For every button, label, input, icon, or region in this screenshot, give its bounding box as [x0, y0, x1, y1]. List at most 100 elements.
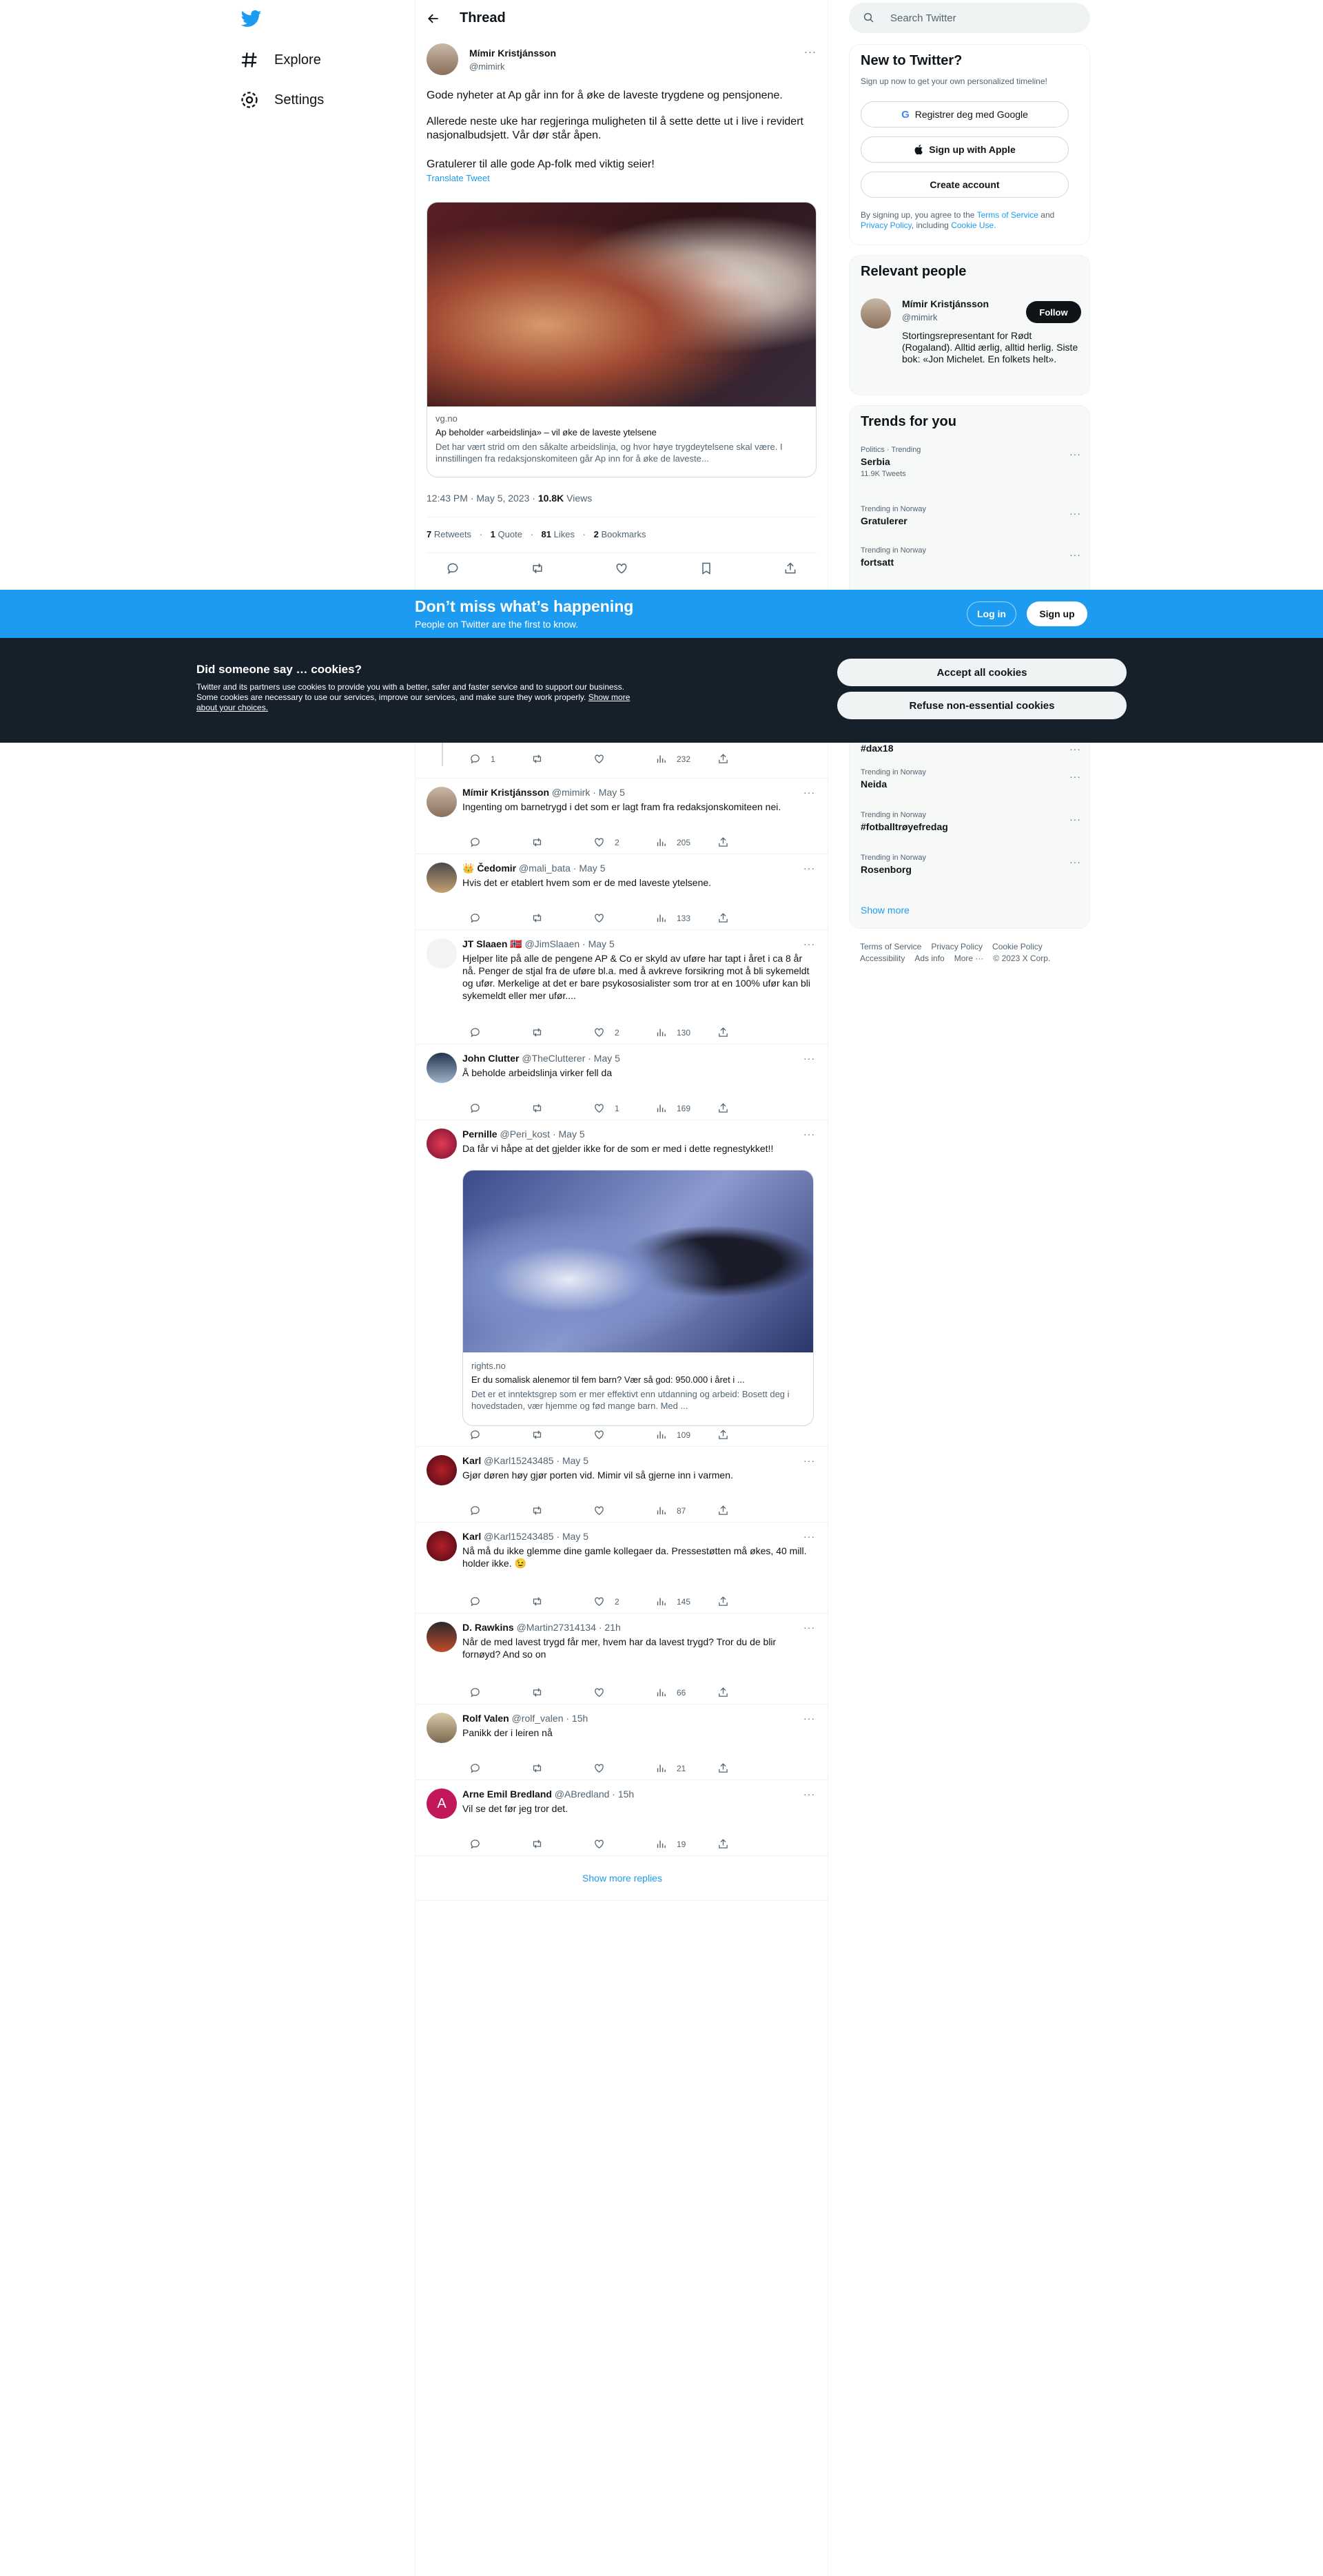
signup-button[interactable]: Sign up [1027, 601, 1087, 626]
share-icon[interactable] [783, 561, 797, 575]
like-button[interactable] [593, 1429, 655, 1441]
reply-author[interactable]: Mímir Kristjánsson @mimirk · May 5 [462, 787, 625, 798]
views-button[interactable]: 21 [655, 1762, 717, 1774]
views-button[interactable]: 169 [655, 1102, 717, 1114]
views-button[interactable]: 87 [655, 1505, 717, 1516]
views-button[interactable]: 19 [655, 1838, 717, 1850]
trend-item[interactable]: Trending in Norway #fotballtrøyefredag ··· [861, 811, 1081, 832]
cookie-use-link[interactable]: Cookie Use. [951, 220, 996, 230]
share-button[interactable] [717, 1762, 779, 1774]
author-handle[interactable]: @mimirk [469, 61, 504, 72]
retweet-button[interactable] [531, 836, 593, 848]
reply-button[interactable] [469, 1027, 531, 1038]
reply-icon[interactable] [446, 561, 460, 575]
retweet-button[interactable] [531, 1596, 593, 1607]
footer-link[interactable]: Accessibility [860, 953, 905, 965]
footer-link[interactable]: Cookie Policy [992, 941, 1043, 953]
reply-tweet[interactable]: John Clutter @TheClutterer · May 5 ··· Å… [416, 1044, 829, 1120]
timestamp-text[interactable]: 12:43 PM · May 5, 2023 [427, 493, 529, 504]
author-name[interactable]: Mímir Kristjánsson [469, 48, 556, 59]
like-button[interactable] [593, 1762, 655, 1774]
like-button[interactable]: 2 [593, 836, 655, 848]
views-button[interactable]: 109 [655, 1429, 717, 1441]
relevant-name[interactable]: Mímir Kristjánsson [902, 298, 989, 309]
translate-link[interactable]: Translate Tweet [427, 173, 490, 183]
retweet-button[interactable] [531, 1505, 593, 1516]
more-options-icon[interactable]: ··· [1069, 814, 1081, 825]
trend-item[interactable]: Trending in Norway Rosenborg ··· [861, 854, 1081, 875]
retweet-button[interactable] [531, 753, 593, 765]
back-arrow-icon[interactable] [427, 12, 440, 25]
reply-button[interactable] [469, 836, 531, 848]
reply-button[interactable] [469, 1687, 531, 1698]
reply-tweet[interactable]: Rolf Valen @rolf_valen · 15h ··· Panikk … [416, 1704, 829, 1780]
reply-author[interactable]: John Clutter @TheClutterer · May 5 [462, 1053, 620, 1064]
share-button[interactable] [717, 836, 779, 848]
trend-item[interactable]: Trending in Norway Gratulerer ··· [861, 505, 1081, 526]
reply-button[interactable]: 1 [469, 753, 531, 765]
more-options-icon[interactable]: ··· [803, 1622, 815, 1633]
tos-link[interactable]: Terms of Service [977, 210, 1038, 220]
nav-explore[interactable]: Explore [240, 45, 321, 75]
share-button[interactable] [717, 1027, 779, 1038]
share-button[interactable] [717, 1838, 779, 1850]
relevant-handle[interactable]: @mimirk [902, 312, 937, 322]
trend-item[interactable]: Politics · Trending Serbia 11.9K Tweets ··· [861, 446, 1081, 478]
share-button[interactable] [717, 753, 779, 765]
avatar[interactable] [427, 938, 457, 969]
avatar[interactable] [427, 1455, 457, 1485]
views-button[interactable]: 205 [655, 836, 717, 848]
more-options-icon[interactable]: ··· [803, 1129, 815, 1140]
reply-author[interactable]: JT Slaaen 🇳🇴 @JimSlaaen · May 5 [462, 938, 615, 950]
like-heart-icon[interactable] [615, 561, 628, 575]
more-options-icon[interactable]: ··· [1069, 856, 1081, 867]
privacy-link[interactable]: Privacy Policy [861, 220, 912, 230]
reply-tweet[interactable]: Pernille @Peri_kost · May 5 ··· Da får v… [416, 1120, 829, 1447]
retweet-button[interactable] [531, 912, 593, 924]
share-button[interactable] [717, 1687, 779, 1698]
more-options-icon[interactable]: ··· [803, 787, 815, 798]
reply-author[interactable]: D. Rawkins @Martin27314134 · 21h [462, 1622, 621, 1633]
refuse-cookies-button[interactable]: Refuse non-essential cookies [837, 692, 1127, 719]
like-button[interactable] [593, 753, 655, 765]
avatar[interactable] [861, 298, 891, 329]
like-button[interactable]: 1 [593, 1102, 655, 1114]
reply-tweet[interactable]: 👑 Čedomir @mali_bata · May 5 ··· Hvis de… [416, 854, 829, 930]
more-options-icon[interactable]: ··· [803, 1053, 815, 1064]
link-card[interactable]: vg.no Ap beholder «arbeidslinja» – vil ø… [427, 202, 817, 477]
like-button[interactable]: 2 [593, 1596, 655, 1607]
avatar[interactable] [427, 1531, 457, 1561]
stat-bookmarks[interactable]: 2 Bookmarks [594, 529, 646, 539]
retweet-icon[interactable] [531, 561, 544, 575]
reply-button[interactable] [469, 1102, 531, 1114]
stat-likes[interactable]: 81 Likes [542, 529, 575, 539]
more-options-icon[interactable]: ··· [803, 1531, 815, 1542]
views-button[interactable]: 232 [655, 753, 717, 765]
avatar[interactable] [427, 1622, 457, 1652]
share-button[interactable] [717, 912, 779, 924]
reply-author[interactable]: Rolf Valen @rolf_valen · 15h [462, 1713, 588, 1724]
create-account-button[interactable]: Create account [861, 172, 1069, 198]
views-button[interactable]: 130 [655, 1027, 717, 1038]
reply-tweet[interactable]: D. Rawkins @Martin27314134 · 21h ··· Når… [416, 1614, 829, 1704]
reply-author[interactable]: Karl @Karl15243485 · May 5 [462, 1455, 588, 1466]
avatar[interactable] [427, 1129, 457, 1159]
login-button[interactable]: Log in [967, 601, 1016, 626]
reply-tweet[interactable]: Karl @Karl15243485 · May 5 ··· Gjør døre… [416, 1447, 829, 1523]
footer-link[interactable]: Terms of Service [860, 941, 921, 953]
more-options-icon[interactable]: ··· [804, 46, 817, 58]
more-options-icon[interactable]: ··· [803, 1455, 815, 1466]
views-button[interactable]: 66 [655, 1687, 717, 1698]
follow-button[interactable]: Follow [1026, 301, 1081, 323]
more-options-icon[interactable]: ··· [803, 1789, 815, 1800]
like-button[interactable] [593, 1687, 655, 1698]
reply-author[interactable]: Arne Emil Bredland @ABredland · 15h [462, 1789, 634, 1800]
twitter-bird-logo-icon[interactable] [240, 8, 263, 29]
like-button[interactable] [593, 1838, 655, 1850]
search-box[interactable]: Search Twitter [849, 3, 1090, 33]
reply-button[interactable] [469, 912, 531, 924]
avatar[interactable] [427, 43, 458, 75]
like-button[interactable]: 2 [593, 1027, 655, 1038]
like-button[interactable] [593, 912, 655, 924]
reply-tweet[interactable]: JT Slaaen 🇳🇴 @JimSlaaen · May 5 ··· Hjel… [416, 930, 829, 1044]
